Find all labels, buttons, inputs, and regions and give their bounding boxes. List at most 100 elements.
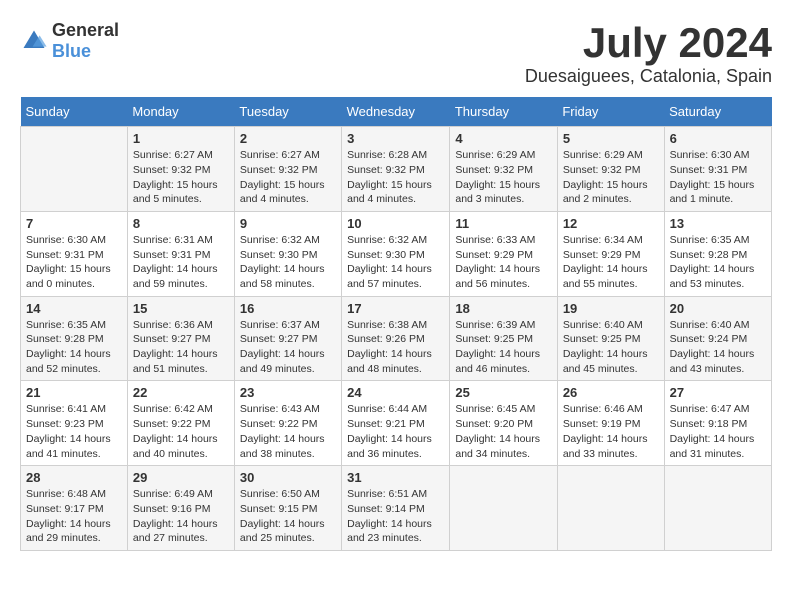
day-number: 10 bbox=[347, 216, 444, 231]
logo: General Blue bbox=[20, 20, 119, 62]
day-info: Sunrise: 6:40 AMSunset: 9:25 PMDaylight:… bbox=[563, 318, 659, 377]
day-info: Sunrise: 6:32 AMSunset: 9:30 PMDaylight:… bbox=[347, 233, 444, 292]
day-info: Sunrise: 6:37 AMSunset: 9:27 PMDaylight:… bbox=[240, 318, 336, 377]
calendar-cell: 24 Sunrise: 6:44 AMSunset: 9:21 PMDayligh… bbox=[342, 381, 450, 466]
page-header: General Blue July 2024 Duesaiguees, Cata… bbox=[20, 20, 772, 87]
calendar-cell: 6 Sunrise: 6:30 AMSunset: 9:31 PMDaylight… bbox=[664, 127, 771, 212]
calendar-cell: 29 Sunrise: 6:49 AMSunset: 9:16 PMDayligh… bbox=[127, 466, 234, 551]
calendar-cell: 15Sunrise: 6:36 AMSunset: 9:27 PMDayligh… bbox=[127, 296, 234, 381]
day-info: Sunrise: 6:44 AMSunset: 9:21 PMDaylight:… bbox=[347, 402, 444, 461]
calendar-week-4: 21 Sunrise: 6:41 AMSunset: 9:23 PMDayligh… bbox=[21, 381, 772, 466]
calendar-cell: 12Sunrise: 6:34 AMSunset: 9:29 PMDayligh… bbox=[557, 211, 664, 296]
calendar-cell: 22Sunrise: 6:42 AMSunset: 9:22 PMDayligh… bbox=[127, 381, 234, 466]
logo-general: General bbox=[52, 20, 119, 40]
day-number: 19 bbox=[563, 301, 659, 316]
day-number: 13 bbox=[670, 216, 766, 231]
day-info: Sunrise: 6:36 AMSunset: 9:27 PMDaylight:… bbox=[133, 318, 229, 377]
calendar-cell: 2Sunrise: 6:27 AMSunset: 9:32 PMDaylight… bbox=[234, 127, 341, 212]
calendar-cell: 5 Sunrise: 6:29 AMSunset: 9:32 PMDaylight… bbox=[557, 127, 664, 212]
day-info: Sunrise: 6:30 AMSunset: 9:31 PMDaylight:… bbox=[26, 233, 122, 292]
header-monday: Monday bbox=[127, 97, 234, 127]
day-info: Sunrise: 6:50 AMSunset: 9:15 PMDaylight:… bbox=[240, 487, 336, 546]
day-info: Sunrise: 6:43 AMSunset: 9:22 PMDaylight:… bbox=[240, 402, 336, 461]
calendar-cell: 19 Sunrise: 6:40 AMSunset: 9:25 PMDayligh… bbox=[557, 296, 664, 381]
header-tuesday: Tuesday bbox=[234, 97, 341, 127]
day-number: 9 bbox=[240, 216, 336, 231]
header-saturday: Saturday bbox=[664, 97, 771, 127]
location-title: Duesaiguees, Catalonia, Spain bbox=[525, 66, 772, 87]
calendar-cell: 23 Sunrise: 6:43 AMSunset: 9:22 PMDayligh… bbox=[234, 381, 341, 466]
calendar-cell: 14 Sunrise: 6:35 AMSunset: 9:28 PMDayligh… bbox=[21, 296, 128, 381]
day-info: Sunrise: 6:41 AMSunset: 9:23 PMDaylight:… bbox=[26, 402, 122, 461]
day-number: 18 bbox=[455, 301, 551, 316]
day-info: Sunrise: 6:48 AMSunset: 9:17 PMDaylight:… bbox=[26, 487, 122, 546]
day-info: Sunrise: 6:29 AMSunset: 9:32 PMDaylight:… bbox=[563, 148, 659, 207]
day-number: 5 bbox=[563, 131, 659, 146]
calendar-cell: 1 Sunrise: 6:27 AMSunset: 9:32 PMDaylight… bbox=[127, 127, 234, 212]
header-thursday: Thursday bbox=[450, 97, 557, 127]
calendar-cell: 3 Sunrise: 6:28 AMSunset: 9:32 PMDaylight… bbox=[342, 127, 450, 212]
calendar-cell: 18Sunrise: 6:39 AMSunset: 9:25 PMDayligh… bbox=[450, 296, 557, 381]
day-number: 28 bbox=[26, 470, 122, 485]
day-info: Sunrise: 6:33 AMSunset: 9:29 PMDaylight:… bbox=[455, 233, 551, 292]
day-number: 7 bbox=[26, 216, 122, 231]
day-number: 16 bbox=[240, 301, 336, 316]
day-info: Sunrise: 6:29 AMSunset: 9:32 PMDaylight:… bbox=[455, 148, 551, 207]
calendar-cell bbox=[21, 127, 128, 212]
day-number: 27 bbox=[670, 385, 766, 400]
calendar-cell: 31Sunrise: 6:51 AMSunset: 9:14 PMDayligh… bbox=[342, 466, 450, 551]
day-number: 11 bbox=[455, 216, 551, 231]
day-info: Sunrise: 6:35 AMSunset: 9:28 PMDaylight:… bbox=[670, 233, 766, 292]
day-number: 1 bbox=[133, 131, 229, 146]
calendar-cell bbox=[557, 466, 664, 551]
day-info: Sunrise: 6:51 AMSunset: 9:14 PMDaylight:… bbox=[347, 487, 444, 546]
day-number: 6 bbox=[670, 131, 766, 146]
header-wednesday: Wednesday bbox=[342, 97, 450, 127]
calendar-cell: 13 Sunrise: 6:35 AMSunset: 9:28 PMDayligh… bbox=[664, 211, 771, 296]
calendar-header-row: SundayMondayTuesdayWednesdayThursdayFrid… bbox=[21, 97, 772, 127]
day-info: Sunrise: 6:35 AMSunset: 9:28 PMDaylight:… bbox=[26, 318, 122, 377]
day-number: 3 bbox=[347, 131, 444, 146]
calendar-cell: 26Sunrise: 6:46 AMSunset: 9:19 PMDayligh… bbox=[557, 381, 664, 466]
day-info: Sunrise: 6:45 AMSunset: 9:20 PMDaylight:… bbox=[455, 402, 551, 461]
calendar-cell: 17Sunrise: 6:38 AMSunset: 9:26 PMDayligh… bbox=[342, 296, 450, 381]
calendar-cell: 20 Sunrise: 6:40 AMSunset: 9:24 PMDayligh… bbox=[664, 296, 771, 381]
calendar-cell bbox=[664, 466, 771, 551]
logo-text: General Blue bbox=[52, 20, 119, 62]
calendar-cell: 28 Sunrise: 6:48 AMSunset: 9:17 PMDayligh… bbox=[21, 466, 128, 551]
day-info: Sunrise: 6:46 AMSunset: 9:19 PMDaylight:… bbox=[563, 402, 659, 461]
day-info: Sunrise: 6:27 AMSunset: 9:32 PMDaylight:… bbox=[240, 148, 336, 207]
day-number: 23 bbox=[240, 385, 336, 400]
day-info: Sunrise: 6:47 AMSunset: 9:18 PMDaylight:… bbox=[670, 402, 766, 461]
day-info: Sunrise: 6:40 AMSunset: 9:24 PMDaylight:… bbox=[670, 318, 766, 377]
day-number: 20 bbox=[670, 301, 766, 316]
header-friday: Friday bbox=[557, 97, 664, 127]
day-number: 24 bbox=[347, 385, 444, 400]
day-number: 21 bbox=[26, 385, 122, 400]
title-section: July 2024 Duesaiguees, Catalonia, Spain bbox=[525, 20, 772, 87]
calendar-cell: 8Sunrise: 6:31 AMSunset: 9:31 PMDaylight… bbox=[127, 211, 234, 296]
day-number: 29 bbox=[133, 470, 229, 485]
calendar-cell bbox=[450, 466, 557, 551]
day-info: Sunrise: 6:27 AMSunset: 9:32 PMDaylight:… bbox=[133, 148, 229, 207]
calendar-cell: 16 Sunrise: 6:37 AMSunset: 9:27 PMDayligh… bbox=[234, 296, 341, 381]
calendar-cell: 21 Sunrise: 6:41 AMSunset: 9:23 PMDayligh… bbox=[21, 381, 128, 466]
calendar-cell: 7 Sunrise: 6:30 AMSunset: 9:31 PMDaylight… bbox=[21, 211, 128, 296]
day-info: Sunrise: 6:28 AMSunset: 9:32 PMDaylight:… bbox=[347, 148, 444, 207]
day-number: 30 bbox=[240, 470, 336, 485]
day-info: Sunrise: 6:49 AMSunset: 9:16 PMDaylight:… bbox=[133, 487, 229, 546]
day-info: Sunrise: 6:30 AMSunset: 9:31 PMDaylight:… bbox=[670, 148, 766, 207]
day-number: 4 bbox=[455, 131, 551, 146]
calendar-cell: 10 Sunrise: 6:32 AMSunset: 9:30 PMDayligh… bbox=[342, 211, 450, 296]
day-number: 14 bbox=[26, 301, 122, 316]
day-number: 25 bbox=[455, 385, 551, 400]
calendar-cell: 4 Sunrise: 6:29 AMSunset: 9:32 PMDaylight… bbox=[450, 127, 557, 212]
day-number: 17 bbox=[347, 301, 444, 316]
day-info: Sunrise: 6:32 AMSunset: 9:30 PMDaylight:… bbox=[240, 233, 336, 292]
calendar-cell: 30 Sunrise: 6:50 AMSunset: 9:15 PMDayligh… bbox=[234, 466, 341, 551]
month-year-title: July 2024 bbox=[525, 20, 772, 66]
calendar-cell: 9 Sunrise: 6:32 AMSunset: 9:30 PMDaylight… bbox=[234, 211, 341, 296]
calendar-week-3: 14 Sunrise: 6:35 AMSunset: 9:28 PMDayligh… bbox=[21, 296, 772, 381]
calendar-week-1: 1 Sunrise: 6:27 AMSunset: 9:32 PMDaylight… bbox=[21, 127, 772, 212]
day-number: 12 bbox=[563, 216, 659, 231]
